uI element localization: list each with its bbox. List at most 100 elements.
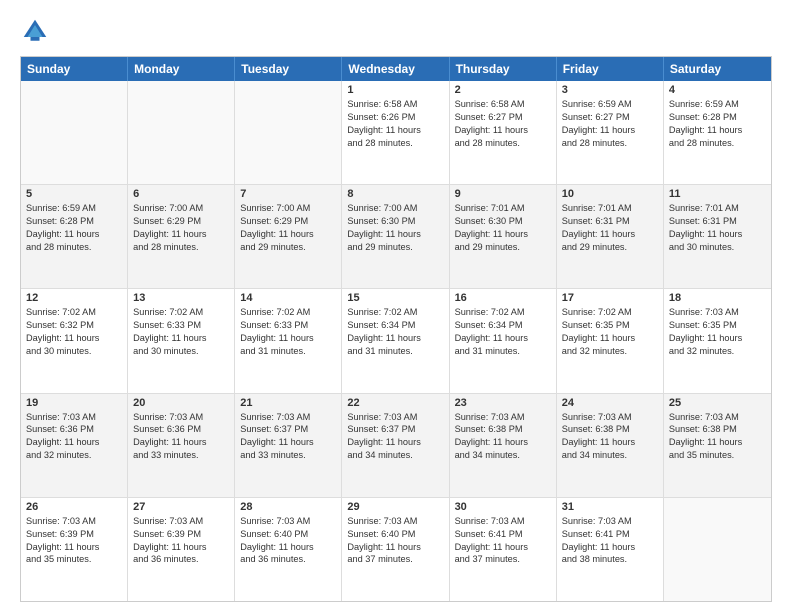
header-day-thursday: Thursday <box>450 57 557 81</box>
calendar-row-3: 12 Sunrise: 7:02 AMSunset: 6:32 PMDayligh… <box>21 288 771 392</box>
day-cell-18: 18 Sunrise: 7:03 AMSunset: 6:35 PMDayligh… <box>664 289 771 392</box>
day-cell-26: 26 Sunrise: 7:03 AMSunset: 6:39 PMDayligh… <box>21 498 128 601</box>
day-cell-4: 4Sunrise: 6:59 AMSunset: 6:28 PMDaylight… <box>664 81 771 184</box>
day-number: 19 <box>26 397 122 409</box>
day-info: Sunrise: 6:59 AMSunset: 6:28 PMDaylight:… <box>26 202 122 254</box>
calendar-header: SundayMondayTuesdayWednesdayThursdayFrid… <box>21 57 771 81</box>
day-cell-19: 19 Sunrise: 7:03 AMSunset: 6:36 PMDayligh… <box>21 394 128 497</box>
day-number: 30 <box>455 501 551 513</box>
header-day-saturday: Saturday <box>664 57 771 81</box>
day-number: 9 <box>455 188 551 200</box>
day-info: Sunrise: 7:03 AMSunset: 6:38 PMDaylight:… <box>562 411 658 463</box>
day-cell-2: 2 Sunrise: 6:58 AMSunset: 6:27 PMDaylight… <box>450 81 557 184</box>
day-number: 18 <box>669 292 766 304</box>
day-cell-30: 30 Sunrise: 7:03 AMSunset: 6:41 PMDayligh… <box>450 498 557 601</box>
day-info: Sunrise: 7:00 AMSunset: 6:29 PMDaylight:… <box>133 202 229 254</box>
day-cell-29: 29 Sunrise: 7:03 AMSunset: 6:40 PMDayligh… <box>342 498 449 601</box>
day-number: 8 <box>347 188 443 200</box>
day-number: 14 <box>240 292 336 304</box>
day-info: Sunrise: 7:02 AMSunset: 6:32 PMDaylight:… <box>26 306 122 358</box>
day-info: Sunrise: 7:00 AMSunset: 6:29 PMDaylight:… <box>240 202 336 254</box>
calendar-row-1: 1 Sunrise: 6:58 AMSunset: 6:26 PMDaylight… <box>21 81 771 184</box>
day-info: Sunrise: 7:03 AMSunset: 6:38 PMDaylight:… <box>455 411 551 463</box>
day-cell-1: 1 Sunrise: 6:58 AMSunset: 6:26 PMDaylight… <box>342 81 449 184</box>
day-cell-3: 3Sunrise: 6:59 AMSunset: 6:27 PMDaylight… <box>557 81 664 184</box>
day-cell-25: 25 Sunrise: 7:03 AMSunset: 6:38 PMDayligh… <box>664 394 771 497</box>
day-info: Sunrise: 7:01 AMSunset: 6:31 PMDaylight:… <box>562 202 658 254</box>
day-info: Sunrise: 6:59 AMSunset: 6:28 PMDaylight:… <box>669 98 766 150</box>
day-number: 28 <box>240 501 336 513</box>
header <box>20 16 772 46</box>
day-number: 1 <box>347 84 443 96</box>
day-number: 6 <box>133 188 229 200</box>
day-cell-5: 5 Sunrise: 6:59 AMSunset: 6:28 PMDaylight… <box>21 185 128 288</box>
day-cell-7: 7Sunrise: 7:00 AMSunset: 6:29 PMDaylight… <box>235 185 342 288</box>
day-number: 17 <box>562 292 658 304</box>
day-number: 27 <box>133 501 229 513</box>
day-cell-23: 23 Sunrise: 7:03 AMSunset: 6:38 PMDayligh… <box>450 394 557 497</box>
day-info: Sunrise: 7:03 AMSunset: 6:41 PMDaylight:… <box>455 515 551 567</box>
day-number: 23 <box>455 397 551 409</box>
day-info: Sunrise: 6:58 AMSunset: 6:27 PMDaylight:… <box>455 98 551 150</box>
day-number: 12 <box>26 292 122 304</box>
day-number: 10 <box>562 188 658 200</box>
calendar-row-4: 19 Sunrise: 7:03 AMSunset: 6:36 PMDayligh… <box>21 393 771 497</box>
day-cell-15: 15 Sunrise: 7:02 AMSunset: 6:34 PMDayligh… <box>342 289 449 392</box>
day-info: Sunrise: 7:03 AMSunset: 6:36 PMDaylight:… <box>26 411 122 463</box>
day-cell-17: 17 Sunrise: 7:02 AMSunset: 6:35 PMDayligh… <box>557 289 664 392</box>
logo-icon <box>20 16 50 46</box>
day-cell-9: 9 Sunrise: 7:01 AMSunset: 6:30 PMDaylight… <box>450 185 557 288</box>
header-day-sunday: Sunday <box>21 57 128 81</box>
empty-cell <box>21 81 128 184</box>
day-cell-8: 8Sunrise: 7:00 AMSunset: 6:30 PMDaylight… <box>342 185 449 288</box>
day-info: Sunrise: 7:03 AMSunset: 6:38 PMDaylight:… <box>669 411 766 463</box>
empty-cell <box>128 81 235 184</box>
page: SundayMondayTuesdayWednesdayThursdayFrid… <box>0 0 792 612</box>
day-cell-31: 31Sunrise: 7:03 AMSunset: 6:41 PMDayligh… <box>557 498 664 601</box>
day-info: Sunrise: 7:03 AMSunset: 6:35 PMDaylight:… <box>669 306 766 358</box>
day-number: 15 <box>347 292 443 304</box>
day-number: 20 <box>133 397 229 409</box>
empty-cell <box>235 81 342 184</box>
day-number: 5 <box>26 188 122 200</box>
header-day-monday: Monday <box>128 57 235 81</box>
day-cell-27: 27 Sunrise: 7:03 AMSunset: 6:39 PMDayligh… <box>128 498 235 601</box>
day-number: 25 <box>669 397 766 409</box>
day-info: Sunrise: 6:58 AMSunset: 6:26 PMDaylight:… <box>347 98 443 150</box>
day-info: Sunrise: 7:03 AMSunset: 6:37 PMDaylight:… <box>347 411 443 463</box>
day-number: 22 <box>347 397 443 409</box>
day-info: Sunrise: 7:01 AMSunset: 6:31 PMDaylight:… <box>669 202 766 254</box>
day-cell-13: 13Sunrise: 7:02 AMSunset: 6:33 PMDayligh… <box>128 289 235 392</box>
day-cell-21: 21 Sunrise: 7:03 AMSunset: 6:37 PMDayligh… <box>235 394 342 497</box>
calendar-row-5: 26 Sunrise: 7:03 AMSunset: 6:39 PMDayligh… <box>21 497 771 601</box>
header-day-tuesday: Tuesday <box>235 57 342 81</box>
calendar-row-2: 5 Sunrise: 6:59 AMSunset: 6:28 PMDaylight… <box>21 184 771 288</box>
header-day-friday: Friday <box>557 57 664 81</box>
day-number: 26 <box>26 501 122 513</box>
day-number: 2 <box>455 84 551 96</box>
day-cell-10: 10 Sunrise: 7:01 AMSunset: 6:31 PMDayligh… <box>557 185 664 288</box>
day-cell-12: 12 Sunrise: 7:02 AMSunset: 6:32 PMDayligh… <box>21 289 128 392</box>
day-info: Sunrise: 7:03 AMSunset: 6:36 PMDaylight:… <box>133 411 229 463</box>
day-info: Sunrise: 7:03 AMSunset: 6:39 PMDaylight:… <box>133 515 229 567</box>
day-info: Sunrise: 7:02 AMSunset: 6:34 PMDaylight:… <box>455 306 551 358</box>
header-day-wednesday: Wednesday <box>342 57 449 81</box>
calendar-body: 1 Sunrise: 6:58 AMSunset: 6:26 PMDaylight… <box>21 81 771 601</box>
day-cell-6: 6 Sunrise: 7:00 AMSunset: 6:29 PMDaylight… <box>128 185 235 288</box>
day-cell-24: 24Sunrise: 7:03 AMSunset: 6:38 PMDayligh… <box>557 394 664 497</box>
day-cell-20: 20 Sunrise: 7:03 AMSunset: 6:36 PMDayligh… <box>128 394 235 497</box>
day-info: Sunrise: 7:03 AMSunset: 6:37 PMDaylight:… <box>240 411 336 463</box>
day-info: Sunrise: 7:03 AMSunset: 6:41 PMDaylight:… <box>562 515 658 567</box>
day-info: Sunrise: 7:01 AMSunset: 6:30 PMDaylight:… <box>455 202 551 254</box>
day-info: Sunrise: 7:02 AMSunset: 6:33 PMDaylight:… <box>240 306 336 358</box>
day-number: 16 <box>455 292 551 304</box>
day-info: Sunrise: 7:02 AMSunset: 6:35 PMDaylight:… <box>562 306 658 358</box>
day-number: 13 <box>133 292 229 304</box>
day-info: Sunrise: 7:03 AMSunset: 6:39 PMDaylight:… <box>26 515 122 567</box>
day-info: Sunrise: 7:02 AMSunset: 6:34 PMDaylight:… <box>347 306 443 358</box>
day-info: Sunrise: 7:03 AMSunset: 6:40 PMDaylight:… <box>347 515 443 567</box>
day-info: Sunrise: 7:03 AMSunset: 6:40 PMDaylight:… <box>240 515 336 567</box>
day-number: 29 <box>347 501 443 513</box>
day-cell-14: 14 Sunrise: 7:02 AMSunset: 6:33 PMDayligh… <box>235 289 342 392</box>
day-number: 21 <box>240 397 336 409</box>
